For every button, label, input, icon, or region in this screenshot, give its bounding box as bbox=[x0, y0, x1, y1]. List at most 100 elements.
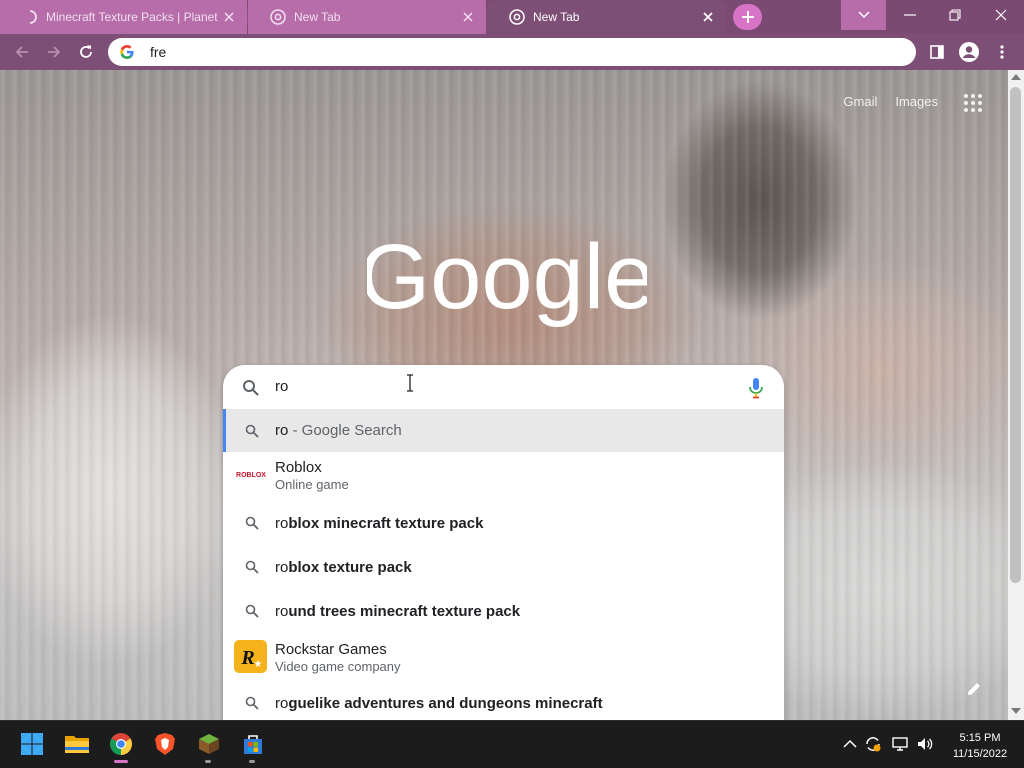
start-button[interactable] bbox=[17, 729, 47, 759]
tab-search-button[interactable] bbox=[841, 0, 886, 30]
rockstar-logo: R ★ bbox=[234, 640, 267, 673]
chrome-taskbar-button[interactable] bbox=[106, 729, 136, 759]
suggestion-item-rockstar-games[interactable]: R ★ Rockstar Games Video game company bbox=[223, 633, 784, 681]
reload-button[interactable] bbox=[72, 38, 100, 66]
minimize-icon bbox=[903, 14, 916, 16]
svg-text:ROBLOX: ROBLOX bbox=[236, 472, 266, 479]
file-explorer-button[interactable] bbox=[62, 729, 92, 759]
brave-taskbar-button[interactable] bbox=[150, 729, 180, 759]
tab-new-tab-1[interactable]: New Tab bbox=[248, 0, 486, 34]
search-input[interactable]: ro bbox=[275, 378, 288, 395]
suggestion-item-roblox[interactable]: ROBLOX Roblox Online game bbox=[223, 452, 784, 496]
chrome-icon bbox=[110, 733, 132, 755]
suggestion-text: ro - Google Search bbox=[275, 422, 402, 439]
tab-minecraft-texture-packs[interactable]: Minecraft Texture Packs | Planet bbox=[0, 0, 247, 34]
suggestion-item-roblox-texture-pack[interactable]: roblox texture pack bbox=[223, 545, 784, 589]
google-apps-icon[interactable] bbox=[962, 92, 984, 114]
suggestion-prefix: ro bbox=[275, 515, 289, 532]
microsoft-store-button[interactable] bbox=[238, 729, 268, 759]
search-icon bbox=[245, 516, 259, 530]
suggestion-rest: - Google Search bbox=[288, 422, 402, 439]
minimize-button[interactable] bbox=[887, 0, 932, 30]
suggestion-item-roblox-minecraft-texture-pack[interactable]: roblox minecraft texture pack bbox=[223, 501, 784, 545]
search-icon bbox=[243, 380, 259, 396]
active-app-indicator bbox=[114, 760, 128, 763]
plus-icon bbox=[741, 11, 754, 23]
microsoft-store-icon bbox=[244, 735, 262, 754]
network-icon[interactable] bbox=[891, 735, 909, 753]
profile-icon bbox=[959, 42, 979, 62]
close-window-button[interactable] bbox=[978, 0, 1023, 30]
browser-toolbar: fre bbox=[0, 34, 1024, 70]
back-button[interactable] bbox=[8, 38, 36, 66]
search-box[interactable]: ro bbox=[223, 365, 784, 409]
suggestion-subtitle: Video game company bbox=[275, 659, 401, 674]
tab-close-icon[interactable] bbox=[460, 9, 476, 25]
suggestion-text: roblox minecraft texture pack bbox=[275, 515, 483, 532]
restore-button[interactable] bbox=[932, 0, 977, 30]
running-app-indicator bbox=[205, 760, 211, 763]
chevron-up-icon[interactable] bbox=[841, 735, 859, 753]
search-icon bbox=[245, 424, 259, 438]
system-clock[interactable]: 5:15 PM 11/15/2022 bbox=[945, 730, 1015, 762]
volume-icon[interactable] bbox=[916, 735, 934, 753]
chrome-tab-icon bbox=[509, 9, 525, 25]
suggestion-prefix: ro bbox=[275, 422, 289, 439]
side-panel-button[interactable] bbox=[923, 38, 951, 66]
tab-strip: Minecraft Texture Packs | Planet New Tab… bbox=[0, 0, 1024, 34]
windows-taskbar: 5:15 PM 11/15/2022 bbox=[0, 720, 1024, 768]
customize-pencil-icon[interactable] bbox=[965, 680, 983, 698]
chrome-tab-icon bbox=[270, 9, 286, 25]
suggestion-rest: guelike adventures and dungeons minecraf… bbox=[288, 695, 603, 712]
google-logo-text: Google bbox=[367, 226, 647, 328]
suggestion-prefix: ro bbox=[275, 559, 289, 576]
search-icon bbox=[245, 696, 259, 710]
tab-search-icon bbox=[857, 11, 870, 19]
profile-button[interactable] bbox=[955, 38, 983, 66]
suggestion-item-roguelike-adventures[interactable]: roguelike adventures and dungeons minecr… bbox=[223, 681, 784, 720]
suggestion-subtitle: Online game bbox=[275, 477, 349, 492]
address-bar-text: fre bbox=[150, 44, 167, 60]
tab-new-tab-active[interactable]: New Tab bbox=[487, 0, 726, 34]
minecraft-icon bbox=[199, 734, 219, 754]
suggestion-list: ro - Google Search ROBLOX Roblox Online … bbox=[223, 409, 784, 720]
suggestion-prefix: ro bbox=[275, 695, 289, 712]
search-icon bbox=[245, 560, 259, 574]
images-link[interactable]: Images bbox=[895, 94, 938, 109]
back-icon bbox=[15, 46, 28, 58]
tab-close-icon[interactable] bbox=[221, 9, 237, 25]
running-app-indicator bbox=[249, 760, 255, 763]
gmail-link[interactable]: Gmail bbox=[843, 94, 877, 109]
sync-icon[interactable] bbox=[864, 735, 882, 753]
suggestion-item-search[interactable]: ro - Google Search bbox=[223, 409, 784, 452]
chrome-menu-button[interactable] bbox=[988, 38, 1016, 66]
voice-search-icon[interactable] bbox=[748, 377, 764, 399]
google-g-icon bbox=[120, 45, 134, 59]
clock-time: 5:15 PM bbox=[959, 732, 1001, 744]
tab-title: New Tab bbox=[294, 10, 341, 24]
top-links: Gmail Images bbox=[843, 94, 938, 109]
tab-title: Minecraft Texture Packs | Planet bbox=[46, 10, 218, 24]
new-tab-button[interactable] bbox=[733, 4, 762, 30]
suggestion-prefix: ro bbox=[275, 603, 289, 620]
tab-title: New Tab bbox=[533, 10, 580, 24]
address-bar[interactable]: fre bbox=[108, 38, 916, 66]
scroll-down-arrow-icon[interactable] bbox=[1011, 708, 1021, 714]
scrollbar-thumb[interactable] bbox=[1010, 87, 1021, 583]
svg-text:R: R bbox=[240, 647, 254, 669]
text-cursor-icon bbox=[407, 374, 413, 392]
scroll-up-arrow-icon[interactable] bbox=[1011, 74, 1021, 80]
suggestion-rest: blox texture pack bbox=[288, 559, 412, 576]
close-icon bbox=[995, 9, 1006, 21]
suggestion-title: Rockstar Games bbox=[275, 641, 387, 658]
clock-date: 11/15/2022 bbox=[952, 748, 1008, 760]
tab-close-icon[interactable] bbox=[700, 9, 716, 25]
suggestion-item-round-trees[interactable]: round trees minecraft texture pack bbox=[223, 589, 784, 633]
minecraft-taskbar-button[interactable] bbox=[194, 729, 224, 759]
google-logo: Google bbox=[367, 226, 647, 328]
brave-icon bbox=[155, 733, 175, 755]
file-explorer-icon bbox=[65, 736, 89, 753]
suggestion-text: roguelike adventures and dungeons minecr… bbox=[275, 695, 603, 712]
restore-icon bbox=[948, 9, 961, 21]
forward-button[interactable] bbox=[40, 38, 68, 66]
